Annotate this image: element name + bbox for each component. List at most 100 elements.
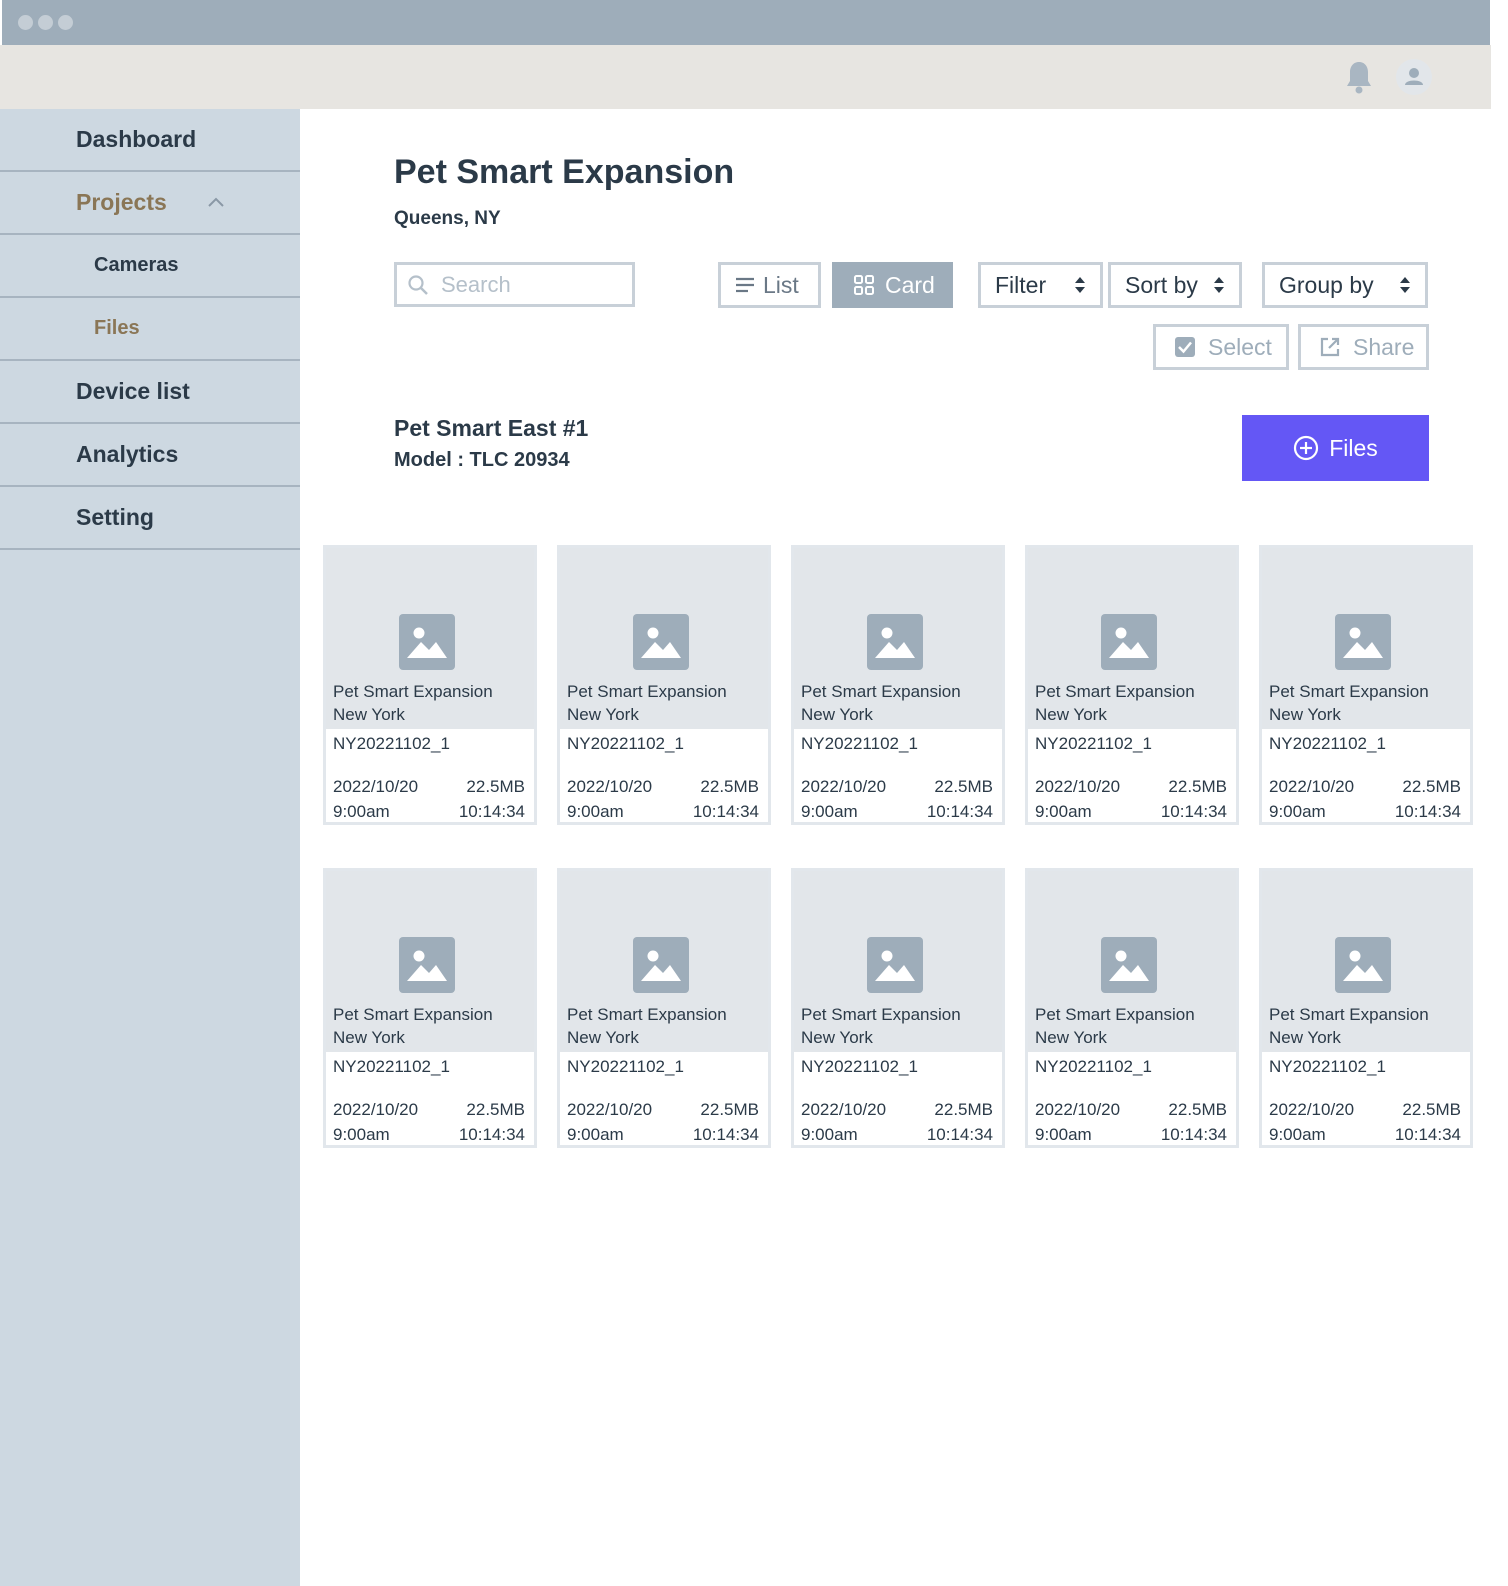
file-size: 22.5MB	[1402, 777, 1461, 796]
file-duration: 10:14:34	[692, 802, 759, 821]
sidebar-item-device-list[interactable]: Device list	[0, 361, 300, 424]
file-location: New York	[801, 705, 873, 724]
file-id: NY20221102_1	[333, 1057, 450, 1076]
file-date: 2022/10/20	[1269, 1100, 1355, 1119]
file-id: NY20221102_1	[567, 734, 684, 753]
window-titlebar	[2, 0, 1490, 45]
file-id: NY20221102_1	[1269, 734, 1386, 753]
share-button[interactable]: Share	[1298, 324, 1429, 370]
file-card[interactable]: Pet Smart Expansion New York NY20221102_…	[1259, 868, 1473, 1148]
sidebar-item-cameras[interactable]: Cameras	[0, 235, 300, 298]
share-icon	[1320, 337, 1340, 357]
file-size: 22.5MB	[466, 777, 525, 796]
window-close-button[interactable]	[18, 15, 33, 30]
image-icon	[867, 937, 923, 993]
page-title: Pet Smart Expansion	[394, 153, 735, 191]
image-icon	[1101, 937, 1157, 993]
file-duration: 10:14:34	[1394, 1125, 1461, 1144]
share-label: Share	[1353, 333, 1415, 360]
sidebar-item-label: Dashboard	[76, 126, 197, 152]
file-card[interactable]: Pet Smart Expansion New York NY20221102_…	[323, 868, 537, 1148]
file-date: 2022/10/20	[1035, 777, 1121, 796]
file-card[interactable]: Pet Smart Expansion New York NY20221102_…	[791, 545, 1005, 825]
file-location: New York	[1035, 705, 1107, 724]
sidebar-item-analytics[interactable]: Analytics	[0, 424, 300, 487]
grid-icon	[854, 275, 874, 295]
window-minimize-button[interactable]	[38, 15, 53, 30]
sort-dropdown[interactable]: Sort by	[1108, 262, 1242, 308]
file-duration: 10:14:34	[926, 802, 993, 821]
bell-icon[interactable]	[1344, 59, 1374, 95]
sidebar-item-label: Projects	[76, 189, 167, 215]
file-location: New York	[333, 1028, 405, 1047]
file-thumbnail: Pet Smart Expansion New York	[794, 871, 1002, 1052]
file-duration: 10:14:34	[1394, 802, 1461, 821]
file-thumbnail: Pet Smart Expansion New York	[326, 548, 534, 729]
file-title: Pet Smart Expansion	[801, 682, 961, 701]
sidebar-item-label: Device list	[76, 378, 190, 404]
file-time: 9:00am	[1035, 802, 1092, 821]
file-duration: 10:14:34	[458, 802, 525, 821]
file-location: New York	[333, 705, 405, 724]
chevron-up-icon[interactable]	[207, 194, 225, 212]
sidebar-item-setting[interactable]: Setting	[0, 487, 300, 550]
file-card[interactable]: Pet Smart Expansion New York NY20221102_…	[1025, 545, 1239, 825]
plus-circle-icon	[1294, 435, 1319, 461]
group-label: Group by	[1279, 271, 1374, 298]
image-icon	[1335, 614, 1391, 670]
file-duration: 10:14:34	[926, 1125, 993, 1144]
file-title: Pet Smart Expansion	[567, 682, 727, 701]
file-location: New York	[1269, 705, 1341, 724]
file-date: 2022/10/20	[333, 777, 419, 796]
file-card[interactable]: Pet Smart Expansion New York NY20221102_…	[557, 545, 771, 825]
file-id: NY20221102_1	[801, 1057, 918, 1076]
image-icon	[399, 937, 455, 993]
file-location: New York	[567, 705, 639, 724]
file-thumbnail: Pet Smart Expansion New York	[794, 548, 1002, 729]
view-list-label: List	[763, 271, 799, 298]
window-maximize-button[interactable]	[58, 15, 73, 30]
sidebar-item-dashboard[interactable]: Dashboard	[0, 109, 300, 172]
file-title: Pet Smart Expansion	[333, 682, 493, 701]
file-card[interactable]: Pet Smart Expansion New York NY20221102_…	[557, 868, 771, 1148]
file-card[interactable]: Pet Smart Expansion New York NY20221102_…	[791, 868, 1005, 1148]
add-files-button[interactable]: Files	[1242, 415, 1429, 481]
file-size: 22.5MB	[1168, 1100, 1227, 1119]
file-date: 2022/10/20	[567, 1100, 653, 1119]
device-name: Pet Smart East #1	[394, 415, 589, 441]
add-files-label: Files	[1329, 434, 1378, 461]
file-title: Pet Smart Expansion	[1035, 682, 1195, 701]
sidebar-item-projects[interactable]: Projects	[0, 172, 300, 235]
file-time: 9:00am	[567, 802, 624, 821]
file-card[interactable]: Pet Smart Expansion New York NY20221102_…	[1025, 868, 1239, 1148]
file-thumbnail: Pet Smart Expansion New York	[1028, 871, 1236, 1052]
file-date: 2022/10/20	[1035, 1100, 1121, 1119]
group-dropdown[interactable]: Group by	[1262, 262, 1428, 308]
search-icon	[408, 274, 428, 295]
file-card-grid: Pet Smart Expansion New York NY20221102_…	[323, 545, 1473, 1148]
file-title: Pet Smart Expansion	[1269, 682, 1429, 701]
avatar[interactable]	[1396, 59, 1432, 95]
sidebar-item-label: Setting	[76, 504, 154, 530]
view-list-button[interactable]: List	[718, 262, 821, 308]
sort-arrows-icon	[1075, 277, 1085, 293]
device-model: Model : TLC 20934	[394, 449, 570, 471]
search-input[interactable]	[441, 271, 611, 298]
sidebar: Dashboard Projects Cameras Files Device …	[0, 109, 300, 1586]
file-time: 9:00am	[1035, 1125, 1092, 1144]
file-id: NY20221102_1	[1269, 1057, 1386, 1076]
file-id: NY20221102_1	[801, 734, 918, 753]
select-button[interactable]: Select	[1153, 324, 1289, 370]
file-card[interactable]: Pet Smart Expansion New York NY20221102_…	[1259, 545, 1473, 825]
view-card-button[interactable]: Card	[832, 262, 953, 308]
sort-arrows-icon	[1214, 277, 1224, 293]
file-thumbnail: Pet Smart Expansion New York	[560, 548, 768, 729]
search-box[interactable]	[394, 262, 635, 307]
filter-dropdown[interactable]: Filter	[978, 262, 1103, 308]
file-date: 2022/10/20	[1269, 777, 1355, 796]
sidebar-item-label: Analytics	[76, 441, 179, 467]
file-card[interactable]: Pet Smart Expansion New York NY20221102_…	[323, 545, 537, 825]
sidebar-item-files[interactable]: Files	[0, 298, 300, 361]
file-time: 9:00am	[333, 802, 390, 821]
top-bar	[0, 45, 1491, 109]
